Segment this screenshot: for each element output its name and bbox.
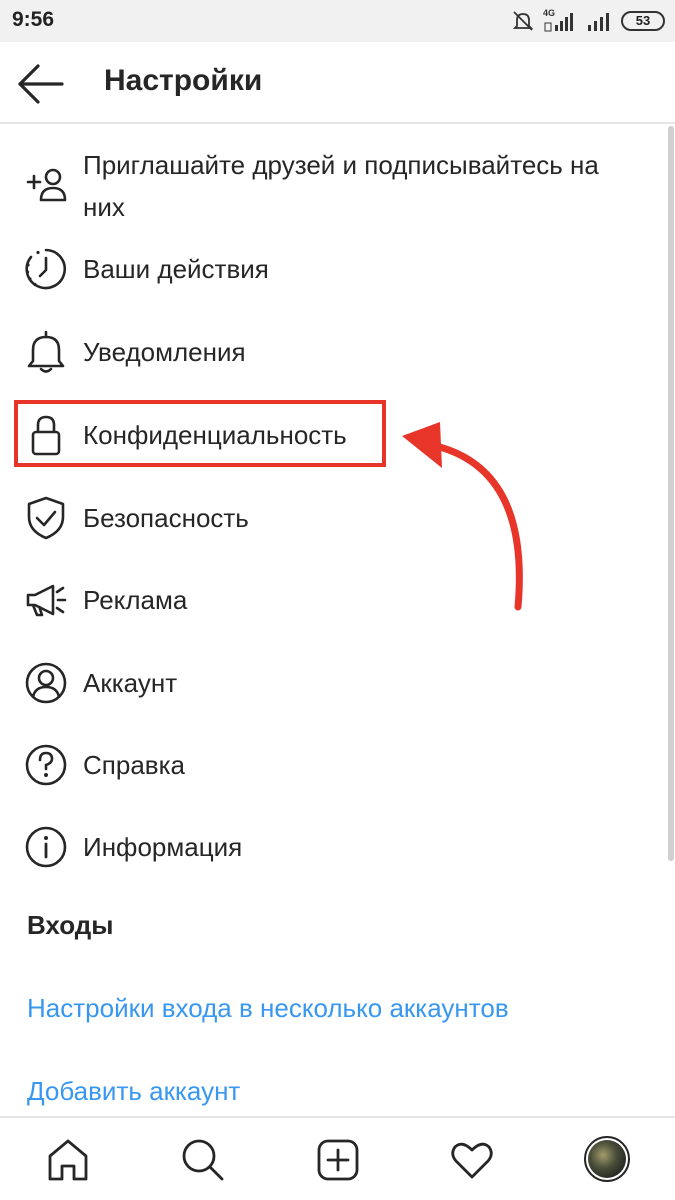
menu-item-info[interactable]: Информация bbox=[0, 824, 668, 904]
menu-item-invite-friends[interactable]: Приглашайте друзей и подписывайтесь на н… bbox=[0, 144, 668, 228]
help-circle-icon bbox=[25, 744, 67, 786]
activity-clock-icon bbox=[25, 248, 66, 290]
menu-item-help[interactable]: Справка bbox=[0, 742, 668, 822]
menu-item-label: Аккаунт bbox=[83, 668, 178, 698]
new-post-icon[interactable] bbox=[314, 1136, 362, 1184]
battery-indicator: 53 bbox=[621, 11, 665, 31]
add-person-icon bbox=[26, 168, 67, 202]
app-bar: Настройки bbox=[0, 42, 675, 124]
menu-item-label: Справка bbox=[83, 750, 185, 780]
menu-item-label-line2: них bbox=[83, 192, 125, 222]
shield-check-icon bbox=[27, 496, 65, 540]
tab-bar bbox=[0, 1116, 675, 1200]
menu-item-notifications[interactable]: Уведомления bbox=[0, 329, 668, 409]
info-circle-icon bbox=[25, 826, 67, 868]
menu-item-label: Безопасность bbox=[83, 503, 249, 533]
mobile-signal-4g: 4G bbox=[543, 8, 577, 32]
status-icons: 4G 53 bbox=[511, 8, 665, 34]
status-time: 9:56 bbox=[12, 8, 55, 31]
menu-item-ads[interactable]: Реклама bbox=[0, 577, 668, 657]
signal-icon bbox=[544, 13, 573, 32]
heart-icon[interactable] bbox=[448, 1136, 496, 1184]
section-title-logins: Входы bbox=[27, 910, 114, 940]
signal-icon-2 bbox=[588, 13, 609, 31]
highlight-box bbox=[14, 400, 386, 467]
bell-icon bbox=[27, 330, 65, 373]
profile-avatar[interactable] bbox=[584, 1136, 630, 1182]
add-account-link[interactable]: Добавить аккаунт bbox=[27, 1076, 240, 1107]
multi-account-login-link[interactable]: Настройки входа в несколько аккаунтов bbox=[27, 993, 509, 1024]
avatar-image bbox=[588, 1140, 626, 1178]
mute-bell-icon bbox=[512, 11, 534, 31]
page-title: Настройки bbox=[104, 64, 263, 97]
scrollbar[interactable] bbox=[668, 126, 674, 861]
megaphone-icon bbox=[26, 584, 67, 617]
account-circle-icon bbox=[25, 662, 67, 704]
menu-item-label: Приглашайте друзей и подписывайтесь на bbox=[83, 150, 599, 180]
back-button[interactable] bbox=[14, 62, 66, 106]
home-icon[interactable] bbox=[44, 1136, 92, 1184]
menu-item-account[interactable]: Аккаунт bbox=[0, 660, 668, 740]
back-arrow-icon bbox=[18, 64, 64, 104]
menu-item-label: Реклама bbox=[83, 585, 188, 615]
menu-item-your-activity[interactable]: Ваши действия bbox=[0, 246, 668, 326]
menu-item-label: Ваши действия bbox=[83, 254, 269, 284]
menu-item-label: Уведомления bbox=[83, 337, 246, 367]
search-icon[interactable] bbox=[179, 1136, 227, 1184]
menu-item-label: Информация bbox=[83, 832, 243, 862]
status-bar: 9:56 4G 53 bbox=[0, 0, 675, 42]
menu-item-security[interactable]: Безопасность bbox=[0, 495, 668, 575]
